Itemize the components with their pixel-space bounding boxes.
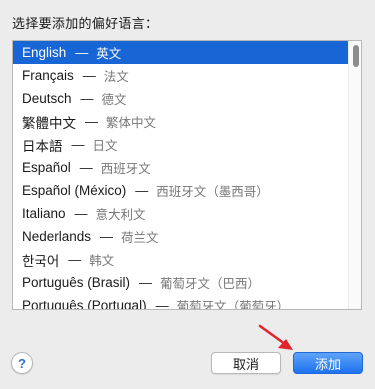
language-native-name: Español (México) — [22, 183, 127, 198]
language-native-name: 한국어 — [22, 253, 60, 269]
language-row-english[interactable]: English — 英文 — [13, 41, 350, 64]
language-native-name: Deutsch — [22, 91, 72, 106]
language-row-korean[interactable]: 한국어 — 韩文 — [13, 248, 350, 271]
language-local-name: 韩文 — [89, 254, 115, 268]
language-row-spanish[interactable]: Español — 西班牙文 — [13, 156, 350, 179]
separator-dash: — — [85, 114, 98, 129]
language-native-name: English — [22, 45, 67, 60]
language-local-name: 荷兰文 — [121, 231, 159, 245]
separator-dash: — — [74, 206, 88, 221]
language-row-italian[interactable]: Italiano — 意大利文 — [13, 202, 350, 225]
separator-dash: — — [135, 183, 149, 198]
language-native-name: Português (Brasil) — [22, 275, 131, 290]
language-native-name: Nederlands — [22, 229, 92, 244]
language-local-name: 西班牙文（墨西哥） — [156, 185, 269, 199]
language-row-spanish-mexico[interactable]: Español (México) — 西班牙文（墨西哥） — [13, 179, 350, 202]
language-list[interactable]: English — 英文 Français — 法文 Deutsch — 德文 … — [12, 40, 362, 310]
separator-dash: — — [75, 45, 89, 60]
language-row-portuguese-brazil[interactable]: Português (Brasil) — 葡萄牙文（巴西） — [13, 271, 350, 294]
language-local-name: 法文 — [103, 70, 129, 84]
language-local-name: 德文 — [101, 93, 127, 107]
separator-dash: — — [79, 160, 93, 175]
language-row-portuguese-portugal[interactable]: Português (Portugal) — 葡萄牙文（葡萄牙） — [13, 294, 350, 310]
language-native-name: 繁體中文 — [22, 115, 76, 131]
language-native-name: Español — [22, 160, 71, 175]
separator-dash: — — [80, 91, 94, 106]
separator-dash: — — [68, 252, 82, 267]
language-native-name: Italiano — [22, 206, 66, 221]
dialog-prompt: 选择要添加的偏好语言： — [12, 17, 159, 32]
language-local-name: 英文 — [96, 47, 122, 61]
language-local-name: 繁体中文 — [106, 116, 157, 130]
annotation-arrow-icon — [258, 324, 293, 350]
language-local-name: 西班牙文 — [100, 162, 151, 176]
language-local-name: 葡萄牙文（巴西） — [160, 277, 261, 291]
help-button[interactable]: ? — [11, 352, 33, 374]
language-native-name: 日本語 — [22, 138, 63, 154]
list-scrollbar[interactable] — [348, 41, 361, 309]
language-row-deutsch[interactable]: Deutsch — 德文 — [13, 87, 350, 110]
separator-dash: — — [100, 229, 114, 244]
language-local-name: 日文 — [92, 139, 118, 153]
separator-dash: — — [139, 275, 153, 290]
language-row-francais[interactable]: Français — 法文 — [13, 64, 350, 87]
scrollbar-thumb[interactable] — [353, 45, 359, 67]
separator-dash: — — [155, 298, 169, 310]
language-row-dutch[interactable]: Nederlands — 荷兰文 — [13, 225, 350, 248]
language-row-japanese[interactable]: 日本語 — 日文 — [13, 133, 350, 156]
add-button[interactable]: 添加 — [293, 352, 363, 374]
cancel-button[interactable]: 取消 — [211, 352, 281, 374]
language-row-traditional-chinese[interactable]: 繁體中文 — 繁体中文 — [13, 110, 350, 133]
separator-dash: — — [71, 137, 85, 152]
separator-dash: — — [82, 68, 96, 83]
language-native-name: Português (Portugal) — [22, 298, 147, 310]
language-native-name: Français — [22, 68, 74, 83]
language-local-name: 意大利文 — [95, 208, 146, 222]
language-local-name: 葡萄牙文（葡萄牙） — [176, 300, 290, 310]
